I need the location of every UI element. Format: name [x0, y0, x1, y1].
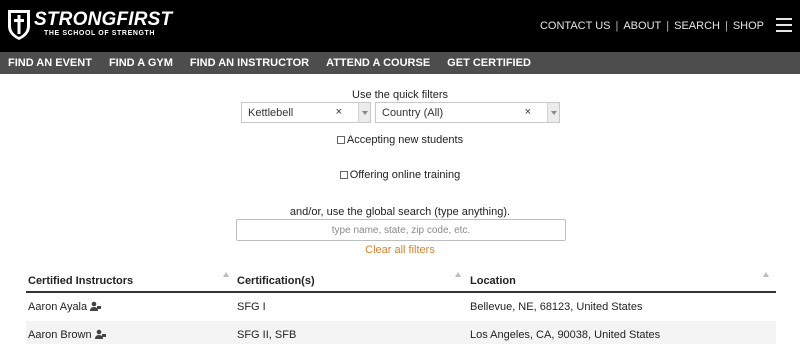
certification-select[interactable]: Kettlebell × [241, 102, 371, 123]
person-teacher-icon [90, 301, 102, 311]
sort-arrow-icon[interactable] [223, 272, 229, 277]
link-separator: | [615, 20, 619, 32]
search-link[interactable]: SEARCH [674, 20, 720, 32]
column-header-certifications[interactable]: Certification(s) [237, 275, 315, 287]
global-search-input[interactable] [236, 219, 566, 241]
online-training-label[interactable]: Offering online training [350, 169, 460, 181]
shield-cross-icon [8, 10, 30, 40]
instructor-name[interactable]: Aaron Ayala [28, 301, 87, 313]
certification-cell: SFG II, SFB [237, 329, 297, 341]
certification-cell: SFG I [237, 301, 266, 313]
table-row[interactable]: Aaron Brown SFG II, SFB Los Angeles, CA,… [26, 321, 776, 344]
quick-filters-label: Use the quick filters [352, 89, 448, 101]
link-separator: | [666, 20, 670, 32]
nav-find-a-gym[interactable]: FIND A GYM [109, 57, 173, 69]
chevron-down-icon[interactable] [358, 103, 370, 122]
nav-get-certified[interactable]: GET CERTIFIED [447, 57, 531, 69]
clear-certification-icon[interactable]: × [336, 106, 342, 118]
person-teacher-icon [94, 329, 106, 339]
accepting-students-checkbox[interactable] [336, 136, 345, 144]
online-training-checkbox[interactable] [339, 171, 348, 179]
brand-name: STRONGFIRST [34, 9, 173, 30]
table-header: Certified Instructors Certification(s) L… [26, 268, 776, 293]
accepting-students-label[interactable]: Accepting new students [347, 134, 463, 146]
accepting-students-filter: Accepting new students [0, 134, 800, 146]
country-select[interactable]: Country (All) × [375, 102, 560, 123]
certification-value: Kettlebell [248, 106, 294, 119]
clear-all-filters-link[interactable]: Clear all filters [0, 244, 800, 256]
country-value: Country (All) [382, 106, 444, 119]
column-header-instructors[interactable]: Certified Instructors [28, 275, 133, 287]
column-header-location[interactable]: Location [470, 275, 516, 287]
instructor-name[interactable]: Aaron Brown [28, 329, 92, 341]
location-cell: Los Angeles, CA, 90038, United States [470, 329, 661, 341]
chevron-down-icon[interactable] [547, 103, 559, 122]
nav-attend-a-course[interactable]: ATTEND A COURSE [326, 57, 430, 69]
nav-find-an-instructor[interactable]: FIND AN INSTRUCTOR [190, 57, 309, 69]
shop-link[interactable]: SHOP [733, 20, 764, 32]
online-training-filter: Offering online training [0, 169, 800, 181]
instructors-table: Certified Instructors Certification(s) L… [26, 268, 776, 344]
instructor-cell[interactable]: Aaron Brown [28, 329, 106, 341]
global-search-label: and/or, use the global search (type anyt… [289, 206, 511, 218]
site-header: STRONGFIRST THE SCHOOL OF STRENGTH CONTA… [0, 0, 800, 52]
nav-find-an-event[interactable]: FIND AN EVENT [8, 57, 92, 69]
location-cell: Bellevue, NE, 68123, United States [470, 301, 643, 313]
contact-us-link[interactable]: CONTACT US [540, 20, 611, 32]
sort-arrow-icon[interactable] [455, 272, 461, 277]
about-link[interactable]: ABOUT [623, 20, 661, 32]
brand-logo[interactable]: STRONGFIRST THE SCHOOL OF STRENGTH [6, 8, 172, 42]
link-separator: | [724, 20, 728, 32]
clear-country-icon[interactable]: × [525, 106, 531, 118]
table-row[interactable]: Aaron Ayala SFG I Bellevue, NE, 68123, U… [26, 293, 776, 321]
brand-tagline: THE SCHOOL OF STRENGTH [44, 30, 156, 37]
hamburger-icon[interactable] [776, 18, 792, 32]
sort-arrow-icon[interactable] [763, 272, 769, 277]
instructor-cell[interactable]: Aaron Ayala [28, 301, 102, 313]
main-nav: FIND AN EVENT FIND A GYM FIND AN INSTRUC… [0, 52, 800, 74]
utility-links: CONTACT US | ABOUT | SEARCH | SHOP [540, 20, 764, 32]
